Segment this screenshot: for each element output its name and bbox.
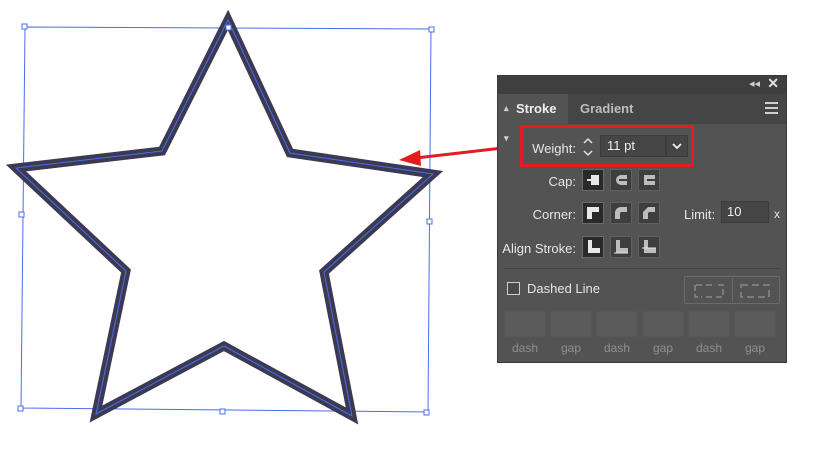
gap-label: gap — [652, 341, 674, 355]
star-shape[interactable] — [5, 9, 444, 425]
dash-3-input[interactable] — [688, 311, 730, 337]
tab-gradient[interactable]: Gradient — [580, 94, 633, 124]
panel-menu-icon[interactable] — [765, 102, 778, 117]
cap-label: Cap: — [548, 174, 576, 189]
stroke-panel: ◂◂ ✕ ▴ ▾ Stroke Gradient Weight: 11 pt Ca… — [497, 75, 787, 363]
panel-titlebar: ◂◂ ✕ — [498, 75, 786, 94]
align-outside-icon — [642, 240, 656, 253]
bevel-join-icon — [643, 207, 655, 219]
align-inside-button[interactable] — [610, 236, 632, 258]
weight-label: Weight: — [532, 141, 576, 156]
weight-dropdown[interactable] — [666, 135, 688, 157]
projecting-cap-button[interactable] — [638, 169, 660, 191]
round-cap-button[interactable] — [610, 169, 632, 191]
round-join-icon — [615, 207, 627, 219]
dash-2-input[interactable] — [596, 311, 638, 337]
projecting-cap-icon — [644, 175, 655, 185]
round-cap-icon — [616, 175, 627, 185]
dash-align-group — [684, 276, 780, 304]
close-icon[interactable]: ✕ — [767, 75, 779, 92]
align-center-icon — [588, 240, 600, 253]
section-divider — [504, 268, 780, 269]
selection-handles[interactable] — [17, 23, 435, 416]
round-join-button[interactable] — [610, 202, 632, 224]
align-center-button[interactable] — [582, 236, 604, 258]
panel-tabs: ▴ ▾ Stroke Gradient — [498, 94, 786, 143]
limit-input[interactable]: 10 — [721, 201, 769, 223]
tab-stroke[interactable]: ▴ ▾ Stroke — [498, 94, 568, 143]
butt-cap-button[interactable] — [582, 169, 604, 191]
double-chevron-left-icon[interactable]: ◂◂ — [749, 77, 760, 90]
preserve-dashes-icon — [694, 284, 724, 298]
corner-label: Corner: — [532, 207, 576, 222]
weight-input[interactable]: 11 pt — [600, 135, 666, 157]
bevel-join-button[interactable] — [638, 202, 660, 224]
gap-3-input[interactable] — [734, 311, 776, 337]
limit-label: Limit: — [684, 207, 716, 222]
align-inside-icon — [614, 240, 628, 254]
gap-label: gap — [744, 341, 766, 355]
preserve-dash-button[interactable] — [686, 278, 733, 302]
gap-1-input[interactable] — [550, 311, 592, 337]
dash-1-input[interactable] — [504, 311, 546, 337]
weight-stepper[interactable] — [580, 134, 596, 160]
dashed-line-checkbox[interactable] — [507, 282, 520, 295]
dash-label: dash — [511, 341, 539, 355]
align-stroke-label: Align Stroke: — [502, 241, 576, 256]
gap-label: gap — [560, 341, 582, 355]
star-path — [14, 18, 435, 417]
chevron-down-icon[interactable] — [583, 148, 593, 158]
butt-cap-icon — [587, 175, 599, 185]
align-outside-button[interactable] — [638, 236, 660, 258]
selection-bounding-box — [20, 26, 432, 413]
dash-label: dash — [603, 341, 631, 355]
limit-suffix: x — [774, 207, 780, 221]
miter-join-icon — [587, 207, 599, 219]
gap-2-input[interactable] — [642, 311, 684, 337]
dash-label: dash — [695, 341, 723, 355]
dashed-line-label: Dashed Line — [527, 281, 600, 296]
chevron-down-icon — [672, 143, 682, 150]
align-dashes-icon — [740, 284, 770, 298]
align-dash-button[interactable] — [732, 278, 778, 302]
chevron-up-icon[interactable] — [583, 136, 593, 146]
miter-join-button[interactable] — [582, 202, 604, 224]
